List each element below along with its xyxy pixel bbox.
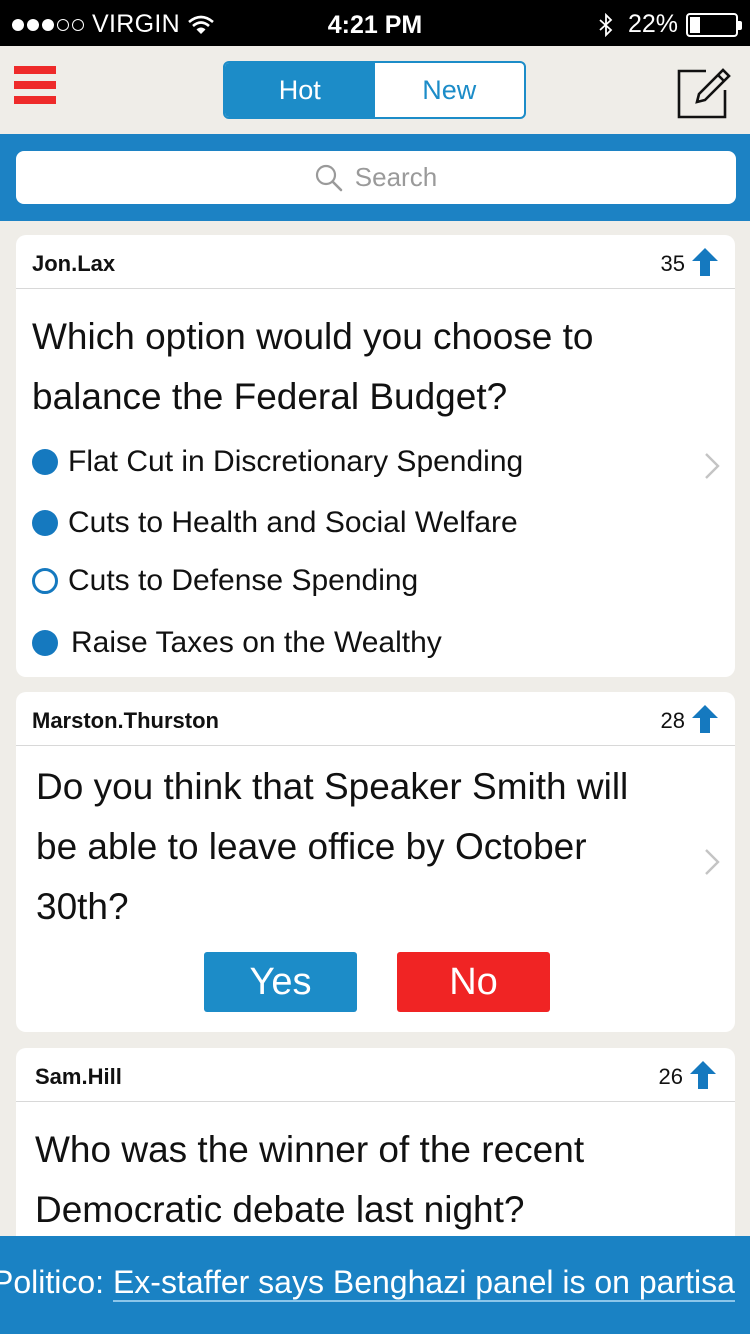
poll-option-label: Raise Taxes on the Wealthy xyxy=(71,626,442,659)
tab-hot[interactable]: Hot xyxy=(225,63,375,117)
post-question: Do you think that Speaker Smith will be … xyxy=(36,766,629,927)
vote-count: 28 xyxy=(660,708,685,733)
battery-level-fill xyxy=(690,16,700,33)
vote-control: 26 xyxy=(659,1060,717,1090)
vote-count: 26 xyxy=(658,1064,683,1089)
poll-option[interactable]: Cuts to Defense Spending xyxy=(32,564,418,598)
bluetooth-icon xyxy=(599,12,613,37)
post-author[interactable]: Marston.Thurston xyxy=(32,708,219,734)
post-card[interactable]: Marston.Thurston 28 Do you think that Sp… xyxy=(16,692,735,1032)
search-input[interactable]: Search xyxy=(16,151,736,204)
hamburger-icon[interactable] xyxy=(14,66,56,110)
upvote-arrow-icon[interactable] xyxy=(691,704,719,734)
no-button[interactable]: No xyxy=(397,952,550,1012)
ticker-headline-link[interactable]: Ex-staffer says Benghazi panel is on par… xyxy=(112,1264,735,1302)
search-bar: Search xyxy=(0,134,750,221)
poll-options: Flat Cut in Discretionary Spending Cuts … xyxy=(32,235,712,677)
post-question: Who was the winner of the recent Democra… xyxy=(35,1129,585,1230)
search-icon xyxy=(315,164,343,191)
poll-option-label: Cuts to Health and Social Welfare xyxy=(68,506,518,539)
yes-button[interactable]: Yes xyxy=(204,952,357,1012)
poll-option[interactable]: Raise Taxes on the Wealthy xyxy=(32,626,442,660)
chevron-right-icon[interactable] xyxy=(703,847,721,877)
poll-option[interactable]: Cuts to Health and Social Welfare xyxy=(32,506,518,540)
radio-filled-icon xyxy=(32,630,58,656)
nav-bar: Hot New xyxy=(0,46,750,134)
radio-filled-icon xyxy=(32,510,58,536)
ticker-text: Politico: Ex-staffer says Benghazi panel… xyxy=(0,1264,735,1302)
status-bar: VIRGIN 4:21 PM 22% xyxy=(0,0,750,46)
poll-option-label: Cuts to Defense Spending xyxy=(68,564,419,597)
poll-option[interactable]: Flat Cut in Discretionary Spending xyxy=(32,445,523,479)
vote-control: 28 xyxy=(661,704,719,734)
ticker-source: Politico: xyxy=(0,1264,105,1300)
tab-new[interactable]: New xyxy=(375,63,525,117)
post-header: Marston.Thurston 28 xyxy=(16,692,735,746)
post-header: Sam.Hill 26 xyxy=(16,1048,735,1102)
news-ticker[interactable]: Politico: Ex-staffer says Benghazi panel… xyxy=(0,1236,750,1334)
radio-filled-icon xyxy=(32,449,58,475)
search-placeholder: Search xyxy=(354,162,438,192)
radio-empty-icon xyxy=(32,568,58,594)
post-author[interactable]: Sam.Hill xyxy=(35,1064,122,1090)
compose-icon[interactable] xyxy=(676,64,732,120)
feed-segmented-control: Hot New xyxy=(223,61,526,119)
poll-option-label: Flat Cut in Discretionary Spending xyxy=(68,445,524,478)
battery-icon xyxy=(686,12,742,37)
post-card[interactable]: Jon.Lax 35 Which option would you choose… xyxy=(16,235,735,677)
battery-percent: 22% xyxy=(627,10,678,38)
upvote-arrow-icon[interactable] xyxy=(689,1060,717,1090)
